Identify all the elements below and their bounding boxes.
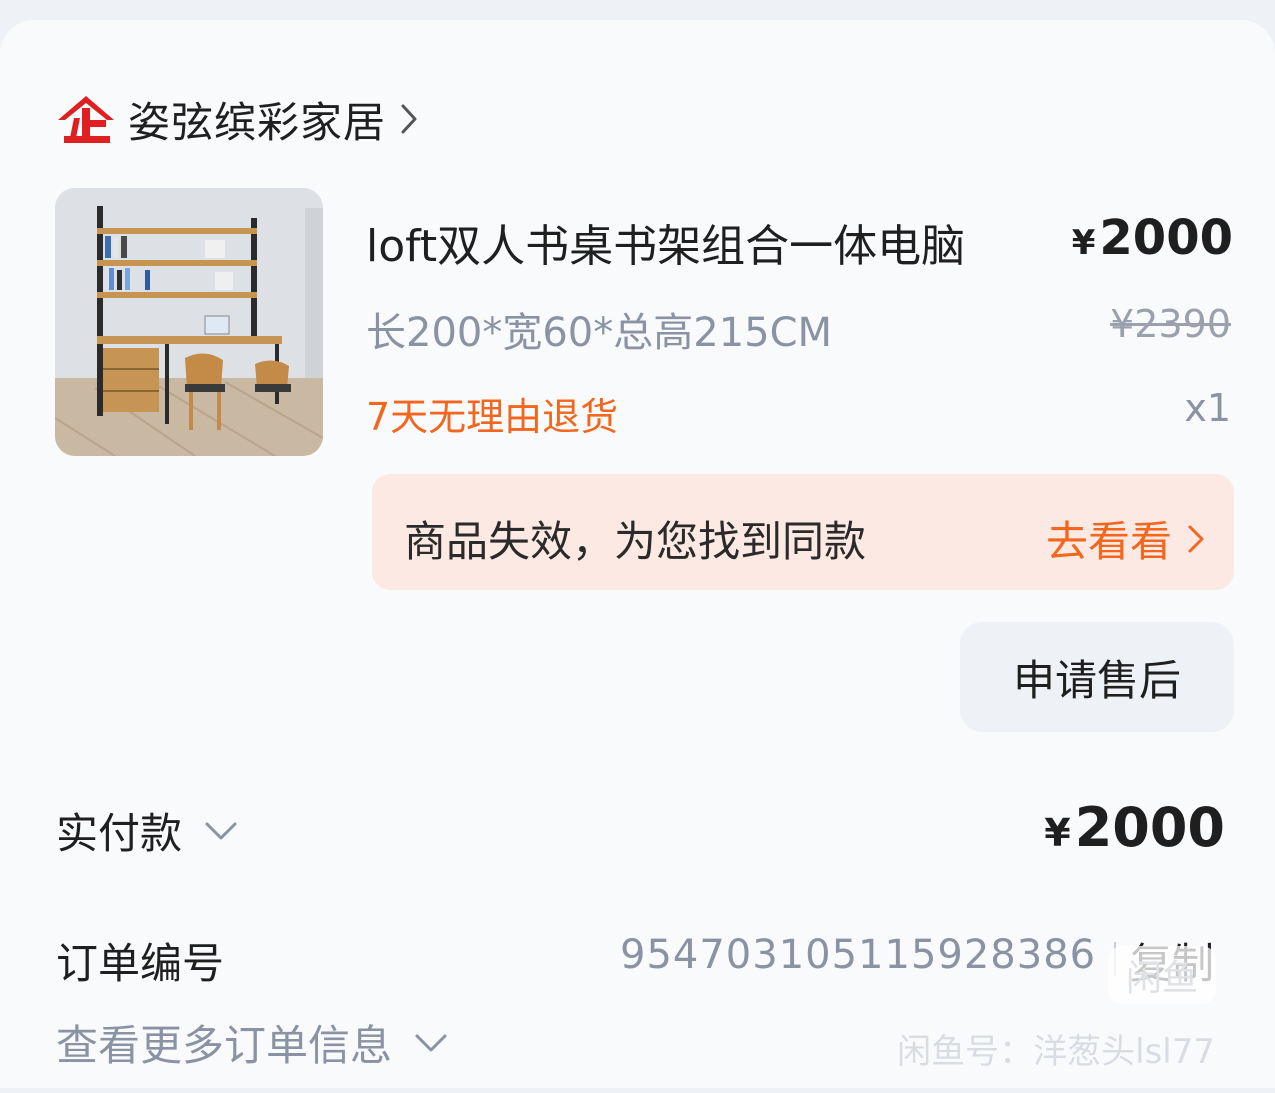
more-order-info-label: 查看更多订单信息 xyxy=(56,1021,393,1070)
invalid-product-notice[interactable]: 商品失效，为您找到同款 去看看 xyxy=(372,474,1234,590)
shop-header[interactable]: 姿弦缤彩家居 xyxy=(56,94,420,147)
chevron-down-icon xyxy=(415,1034,447,1051)
shop-name[interactable]: 姿弦缤彩家居 xyxy=(128,89,386,150)
watermark-badge: 闲鱼 xyxy=(1108,946,1216,1004)
order-number-value: 954703105115928386 xyxy=(620,932,1097,978)
paid-amount-toggle[interactable]: 实付款 xyxy=(56,800,238,861)
product-quantity: x1 xyxy=(1184,386,1231,430)
apply-after-sale-button[interactable]: 申请售后 xyxy=(960,622,1234,732)
more-order-info-toggle[interactable]: 查看更多订单信息 xyxy=(56,1012,448,1073)
paid-label: 实付款 xyxy=(56,809,183,858)
chevron-down-icon xyxy=(205,822,237,839)
product-title[interactable]: loft双人书桌书架组合一体电脑 xyxy=(366,210,965,274)
paid-amount: ¥2000 xyxy=(1044,796,1225,859)
return-policy-tag: 7天无理由退货 xyxy=(366,395,619,439)
price-currency: ¥ xyxy=(1071,223,1096,263)
watermark-text: 闲鱼号：洋葱头lsl77 xyxy=(897,1032,1215,1072)
go-see-label: 去看看 xyxy=(1045,517,1172,566)
invalid-notice-text: 商品失效，为您找到同款 xyxy=(404,517,867,566)
product-price: ¥2000 xyxy=(1072,210,1233,266)
product-spec: 长200*宽60*总高215CM xyxy=(366,310,833,356)
original-price: ¥2390 xyxy=(1110,302,1231,346)
product-image xyxy=(55,188,323,456)
chevron-right-icon xyxy=(401,104,417,134)
paid-currency: ¥ xyxy=(1044,811,1071,855)
go-see-link[interactable]: 去看看 xyxy=(1046,508,1206,569)
product-thumbnail[interactable] xyxy=(55,188,323,456)
paid-value: 2000 xyxy=(1074,796,1225,859)
enterprise-shop-icon xyxy=(58,96,114,143)
order-card: 姿弦缤彩家居 loft双人书桌书架组合一体电脑 ¥2000 长200*宽60*总… xyxy=(0,20,1275,1088)
price-value: 2000 xyxy=(1099,210,1233,266)
order-number-label: 订单编号 xyxy=(56,939,225,988)
chevron-right-icon xyxy=(1188,525,1204,552)
